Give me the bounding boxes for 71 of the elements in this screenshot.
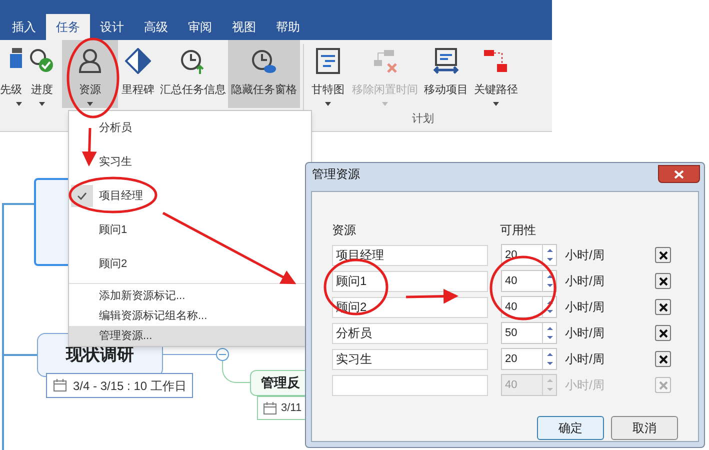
ribbon-tab[interactable]: 视图: [222, 14, 266, 40]
ribbon-button[interactable]: 移动项目: [421, 40, 471, 108]
unit-label: 小时/周: [565, 325, 606, 342]
ribbon-button[interactable]: 关键路径: [471, 40, 521, 108]
column-header: 可用性: [500, 222, 536, 239]
dialog-button[interactable]: 确定: [537, 416, 604, 440]
menu-item[interactable]: 分析员: [99, 120, 199, 136]
ribbon-tab[interactable]: 帮助: [266, 14, 310, 40]
hours-spinner[interactable]: 40: [501, 270, 557, 292]
calendar-icon: [53, 379, 67, 392]
delete-button[interactable]: [655, 351, 671, 367]
delete-button[interactable]: [655, 299, 671, 315]
resource-name-field[interactable]: [332, 374, 488, 396]
menu-item[interactable]: 项目经理: [99, 188, 199, 204]
menu-item[interactable]: 实习生: [99, 154, 199, 170]
unit-label: 小时/周: [565, 273, 606, 290]
dialog-button[interactable]: 取消: [611, 416, 678, 440]
collapse-icon[interactable]: [216, 348, 229, 361]
ribbon-button[interactable]: 资源: [62, 40, 118, 108]
unit-label: 小时/周: [565, 247, 606, 264]
delete-button[interactable]: [655, 273, 671, 289]
ribbon-button[interactable]: 甘特图: [307, 40, 349, 108]
diamond-icon: [125, 48, 151, 74]
close-icon: [674, 170, 684, 178]
hours-spinner[interactable]: 50: [501, 322, 557, 344]
chart-icon: [315, 48, 341, 74]
check-circle-icon: [29, 48, 55, 74]
ribbon-button[interactable]: 里程碑: [118, 40, 158, 108]
clock-icon: [251, 48, 277, 74]
hours-spinner[interactable]: 40: [501, 296, 557, 318]
delete-button[interactable]: [655, 247, 671, 263]
dialog-title: 管理资源: [312, 166, 360, 183]
ribbon-button[interactable]: 进度: [22, 40, 62, 108]
ribbon-button[interactable]: 隐藏任务窗格: [228, 40, 300, 108]
annotation-arrow: [406, 288, 458, 304]
ribbon-tab[interactable]: 设计: [90, 14, 134, 40]
person-icon: [77, 48, 103, 74]
remove-icon: [372, 48, 398, 74]
resource-name-field[interactable]: 实习生: [332, 348, 488, 370]
menu-item[interactable]: 顾问1: [99, 222, 199, 238]
delete-button[interactable]: [655, 325, 671, 341]
close-icon: [658, 302, 668, 312]
ribbon-tab[interactable]: 审阅: [178, 14, 222, 40]
close-icon: [658, 250, 668, 260]
hours-spinner[interactable]: 20: [501, 348, 557, 370]
ribbon-tab[interactable]: 高级: [134, 14, 178, 40]
unit-label: 小时/周: [565, 299, 606, 316]
close-icon: [658, 354, 668, 364]
path-icon: [483, 48, 509, 74]
ribbon-button[interactable]: 先级: [0, 40, 22, 108]
close-button[interactable]: [658, 165, 700, 183]
date-text: 3/11: [281, 400, 302, 416]
ribbon-tab[interactable]: 任务: [46, 14, 90, 40]
close-icon: [658, 380, 668, 390]
ribbon-button[interactable]: 汇总任务信息: [158, 40, 228, 108]
close-icon: [658, 276, 668, 286]
unit-label: 小时/周: [565, 377, 606, 394]
close-icon: [658, 328, 668, 338]
calendar-icon: [263, 402, 277, 414]
unit-label: 小时/周: [565, 351, 606, 368]
group-label: 计划: [412, 112, 434, 126]
connector-line: [163, 354, 216, 355]
annotation-arrow: [82, 128, 97, 166]
menu-item[interactable]: 顾问2: [99, 256, 199, 272]
ribbon-tab[interactable]: 插入: [2, 14, 46, 40]
date-text: 3/4 - 3/15 : 10 工作日: [73, 378, 186, 394]
resource-name-field[interactable]: 顾问1: [332, 270, 488, 292]
resource-name-field[interactable]: 分析员: [332, 322, 488, 344]
clock-icon: [180, 48, 206, 74]
column-header: 资源: [332, 222, 357, 239]
move-icon: [433, 48, 459, 74]
